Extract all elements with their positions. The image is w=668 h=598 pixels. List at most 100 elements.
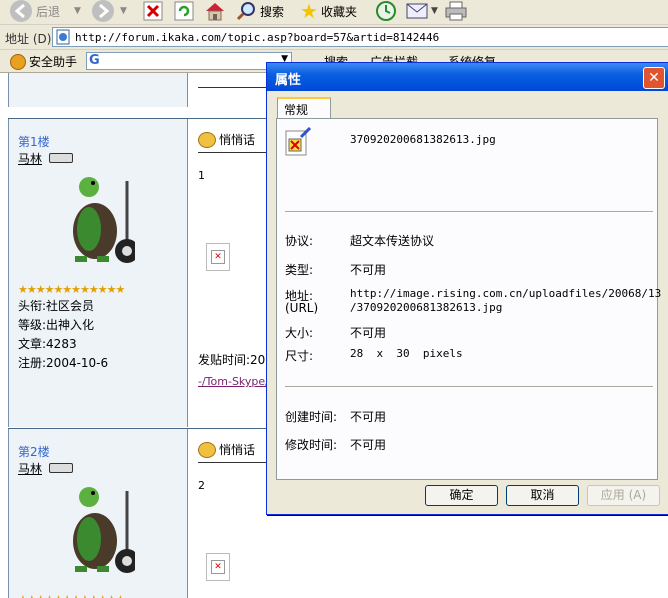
ok-button-label: 确定 — [449, 488, 474, 502]
security-assistant-label: 安全助手 — [29, 55, 78, 69]
user-title: 头衔:社区会员 — [18, 299, 95, 313]
refresh-button[interactable] — [174, 0, 194, 22]
author-name[interactable]: 马林 — [18, 150, 42, 167]
tab-general[interactable]: 常规 — [277, 97, 331, 119]
print-button[interactable] — [444, 0, 468, 22]
search-label: 搜索 — [260, 4, 285, 19]
online-status-icon — [49, 463, 73, 473]
mail-icon — [406, 3, 428, 19]
url-label: (URL) — [285, 301, 319, 315]
address-value-line2: /370920200681382613.jpg — [350, 301, 503, 314]
section-divider — [285, 211, 653, 213]
user-level: 等级:出神入化 — [18, 318, 95, 332]
private-message-button[interactable]: 悄悄话 — [198, 441, 255, 458]
protocol-label: 协议: — [285, 234, 314, 248]
stop-button[interactable] — [143, 0, 163, 22]
security-assistant-button[interactable]: 安全助手 — [10, 53, 77, 70]
address-url: http://forum.ikaka.com/topic.asp?board=5… — [75, 30, 440, 44]
signature-link[interactable]: -/Tom-Skype/ — [198, 375, 269, 388]
forward-button[interactable]: ▼ — [92, 0, 127, 22]
type-label: 类型: — [285, 263, 314, 277]
mail-button[interactable]: ▼ — [406, 0, 438, 22]
online-status-icon — [49, 153, 73, 163]
post-author-panel: 第1楼 马林 ★★★★★★★★★★★★ 头衔:社区会员 等级:出神入化 文章:4… — [8, 119, 188, 427]
created-value: 不可用 — [350, 410, 387, 424]
chevron-down-icon: ▼ — [74, 6, 81, 16]
stop-icon — [143, 1, 163, 21]
modified-label: 修改时间: — [285, 438, 338, 452]
created-label: 创建时间: — [285, 410, 338, 424]
rank-stars: ★★★★★★★★★★★★ — [18, 283, 125, 296]
close-button[interactable]: ✕ — [643, 67, 665, 89]
cancel-button[interactable]: 取消 — [506, 485, 579, 506]
file-image-icon — [285, 127, 311, 156]
ok-button[interactable]: 确定 — [425, 485, 498, 506]
history-button[interactable] — [375, 0, 397, 22]
back-button[interactable]: 后退 ▼ — [10, 0, 81, 22]
dimensions-value: 28 x 30 pixels — [350, 347, 463, 360]
turtle-avatar — [73, 177, 135, 263]
close-icon: ✕ — [648, 70, 660, 86]
favorites-button[interactable]: ★ 收藏夹 — [300, 0, 357, 22]
post-content-text: 1 — [198, 169, 205, 182]
page-icon — [56, 29, 70, 45]
address-label: 地址 (D) — [5, 32, 52, 46]
modified-value: 不可用 — [350, 438, 387, 452]
properties-dialog: 属性 ✕ 常规 370920200681382613.jpg 协议: 超文本传送… — [266, 62, 668, 515]
apply-button[interactable]: 应用 (A) — [587, 485, 660, 506]
author-name[interactable]: 马林 — [18, 460, 42, 477]
star-icon: ★ — [300, 0, 318, 23]
chevron-down-icon: ▼ — [120, 6, 127, 16]
dialog-title: 属性 — [275, 73, 302, 88]
chat-bubble-icon — [198, 131, 216, 148]
section-divider — [285, 386, 653, 388]
tab-general-label: 常规 — [284, 103, 309, 117]
back-label: 后退 — [36, 4, 61, 19]
home-icon — [206, 3, 224, 21]
private-message-button[interactable]: 悄悄话 — [198, 131, 255, 148]
protocol-value: 超文本传送协议 — [350, 234, 435, 248]
back-arrow-icon — [10, 0, 32, 22]
file-name: 370920200681382613.jpg — [350, 133, 496, 146]
size-label: 大小: — [285, 326, 314, 340]
size-value: 不可用 — [350, 326, 387, 340]
google-search-box[interactable]: G ▼ — [86, 52, 292, 70]
address-bar: 地址 (D) http://forum.ikaka.com/topic.asp?… — [0, 25, 668, 50]
search-button[interactable]: 搜索 — [236, 0, 284, 22]
broken-image-icon: ✕ — [211, 560, 225, 574]
post-content-text: 2 — [198, 479, 205, 492]
post-author-panel: 第2楼 马林 ★★★★★★★★★★★★ — [8, 429, 188, 598]
user-registered: 注册:2004-10-6 — [18, 356, 109, 370]
floor-number[interactable]: 第2楼 — [18, 443, 50, 460]
post-time: 发贴时间:200 — [198, 353, 273, 367]
google-icon: G — [89, 53, 100, 68]
private-message-label: 悄悄话 — [219, 443, 256, 457]
printer-icon — [445, 1, 467, 21]
rank-stars: ★★★★★★★★★★★★ — [18, 593, 125, 598]
forward-arrow-icon — [92, 0, 114, 22]
address-value-line1: http://image.rising.com.cn/uploadfiles/2… — [350, 287, 662, 300]
previous-post-remnant — [8, 73, 188, 107]
favorites-label: 收藏夹 — [320, 4, 357, 19]
broken-image[interactable]: ✕ — [206, 553, 230, 581]
address-input[interactable]: http://forum.ikaka.com/topic.asp?board=5… — [52, 27, 668, 47]
browser-toolbar: 后退 ▼ ▼ 搜索 ★ 收藏夹 ▼ — [0, 0, 668, 25]
history-icon — [376, 1, 396, 21]
dimensions-label: 尺寸: — [285, 349, 314, 363]
dialog-title-bar[interactable]: 属性 ✕ — [267, 63, 668, 91]
user-articles: 文章:4283 — [18, 337, 77, 351]
broken-image[interactable]: ✕ — [206, 243, 230, 271]
broken-image-icon: ✕ — [211, 250, 225, 264]
chat-bubble-icon — [198, 441, 216, 458]
type-value: 不可用 — [350, 263, 387, 277]
search-icon — [236, 2, 255, 21]
lion-icon — [10, 53, 26, 70]
home-button[interactable] — [204, 0, 226, 22]
turtle-avatar — [73, 487, 135, 573]
floor-number[interactable]: 第1楼 — [18, 133, 50, 150]
general-tab-panel: 370920200681382613.jpg 协议: 超文本传送协议 类型: 不… — [276, 118, 662, 480]
private-message-label: 悄悄话 — [219, 133, 256, 147]
cancel-button-label: 取消 — [530, 488, 555, 502]
apply-button-label: 应用 (A) — [600, 488, 647, 502]
chevron-down-icon: ▼ — [431, 6, 438, 16]
